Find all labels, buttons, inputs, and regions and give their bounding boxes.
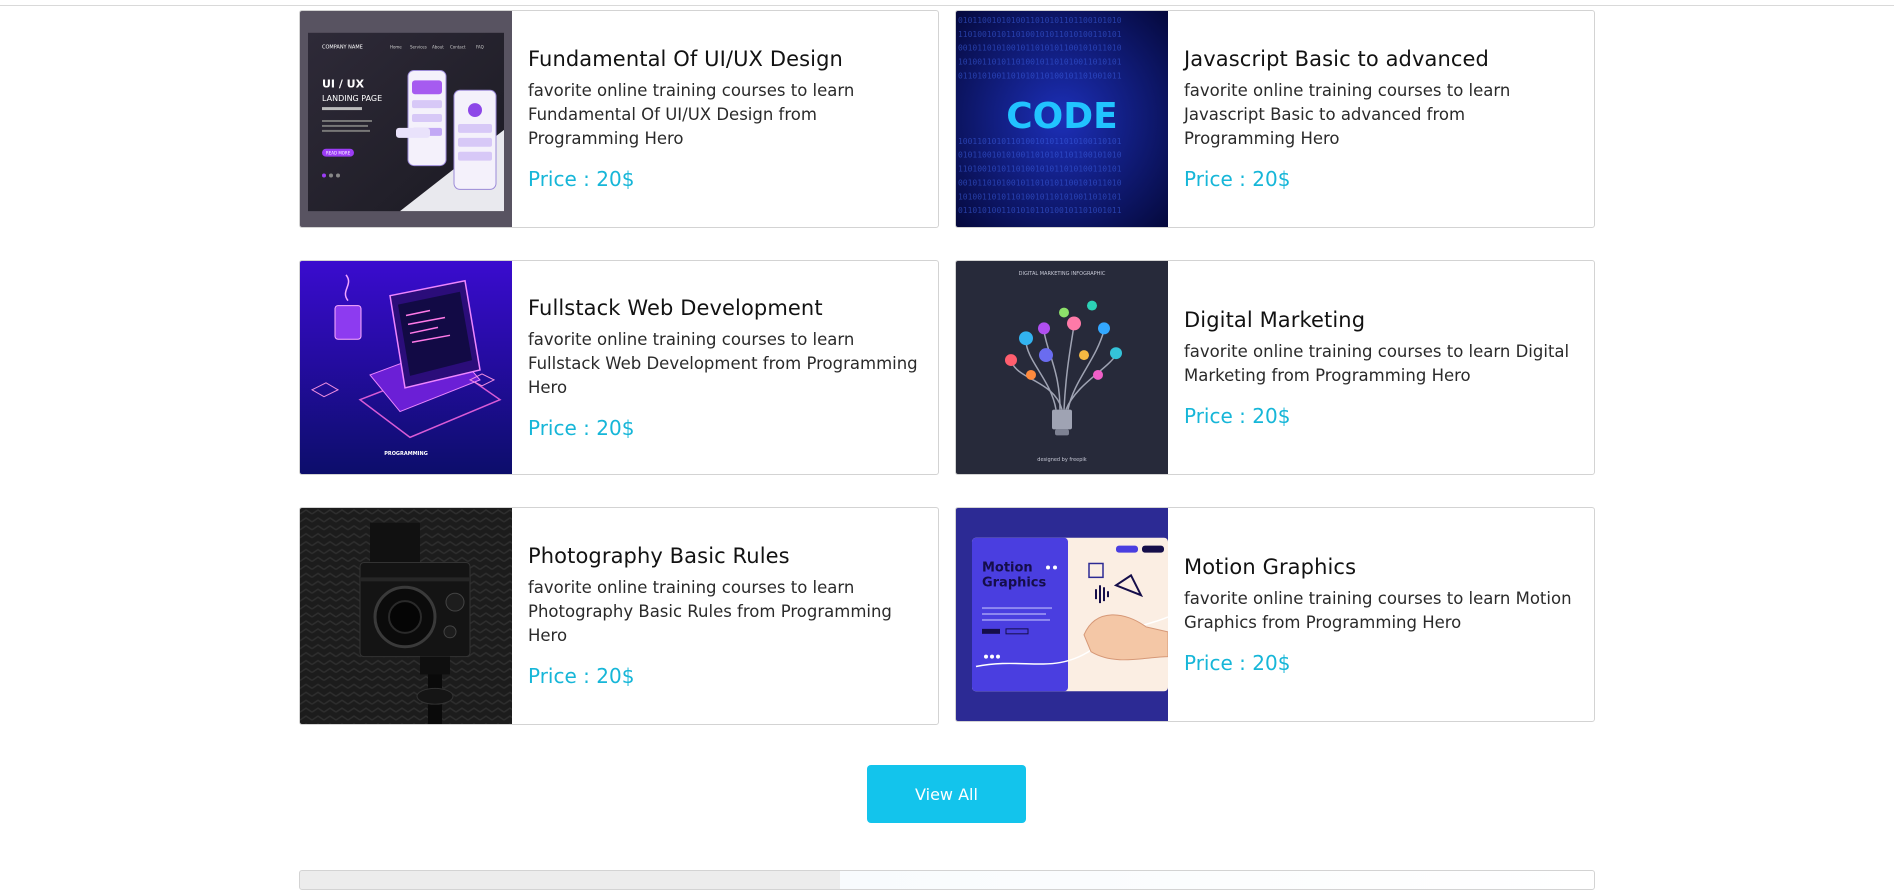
course-card[interactable]: PROGRAMMING Fullstack Web Development fa… xyxy=(299,260,939,475)
course-card[interactable]: COMPANY NAME Home Services About Contact… xyxy=(299,10,939,228)
course-title[interactable]: Fundamental Of UI/UX Design xyxy=(528,47,924,71)
svg-text:011010100110101011010010110100: 0110101001101010110100101101001011 xyxy=(958,71,1122,80)
svg-text:Motion: Motion xyxy=(982,560,1033,575)
course-description: favorite online training courses to lear… xyxy=(528,81,855,148)
svg-text:101001101011010010110101001101: 1010011010110100101101010011010101 xyxy=(958,58,1122,67)
course-description: favorite online training courses to lear… xyxy=(1184,341,1570,385)
course-price: Price : 20$ xyxy=(528,415,635,440)
view-all-button[interactable]: View All xyxy=(867,765,1026,823)
next-section-edge xyxy=(299,870,1595,890)
svg-text:101001101011010010110101001101: 1010011010110100101101010011010101 xyxy=(958,192,1122,201)
course-description: favorite online training courses to lear… xyxy=(1184,81,1511,148)
svg-text:LANDING PAGE: LANDING PAGE xyxy=(322,94,382,103)
svg-text:100110101011010010101101010011: 1001101010110100101011010100110101 xyxy=(958,137,1122,146)
svg-text:110100101011010010101101010011: 1101001010110100101011010100110101 xyxy=(958,30,1122,39)
course-title[interactable]: Photography Basic Rules xyxy=(528,544,924,568)
course-card[interactable]: 0101100101010011010101101100101010 11010… xyxy=(955,10,1595,228)
course-price: Price : 20$ xyxy=(1184,167,1291,191)
course-price: Price : 20$ xyxy=(1184,650,1291,675)
course-thumbnail-javascript: 0101100101010011010101101100101010 11010… xyxy=(956,11,1168,227)
course-price: Price : 20$ xyxy=(528,664,635,688)
svg-text:001011010100101101010110010101: 0010110101001011010101100101011010 xyxy=(958,178,1122,187)
course-title[interactable]: Motion Graphics xyxy=(1184,555,1580,579)
course-price: Price : 20$ xyxy=(1184,403,1291,428)
svg-text:Graphics: Graphics xyxy=(982,575,1047,590)
svg-text:011010100110101011010010110100: 0110101001101010110100101101001011 xyxy=(958,206,1122,215)
svg-text:110100101011010010101101010011: 1101001010110100101011010100110101 xyxy=(958,165,1122,174)
course-card[interactable]: DIGITAL MARKETING INFOGRAPHIC designed b… xyxy=(955,260,1595,475)
svg-text:UI / UX: UI / UX xyxy=(322,77,365,90)
svg-text:FAQ: FAQ xyxy=(476,45,484,50)
course-description: favorite online training courses to lear… xyxy=(528,329,918,397)
svg-text:COMPANY NAME: COMPANY NAME xyxy=(322,45,363,51)
svg-text:designed by freepik: designed by freepik xyxy=(1037,457,1087,463)
svg-text:PROGRAMMING: PROGRAMMING xyxy=(384,451,428,457)
course-title[interactable]: Javascript Basic to advanced xyxy=(1184,47,1580,71)
top-divider xyxy=(0,5,1894,6)
course-card[interactable]: Motion Graphics Motion Graphics favorite… xyxy=(955,507,1595,722)
svg-text:About: About xyxy=(432,45,444,50)
svg-text:Contact: Contact xyxy=(450,45,466,50)
course-price: Price : 20$ xyxy=(528,167,635,191)
course-card[interactable]: Photography Basic Rules favorite online … xyxy=(299,507,939,725)
svg-text:DIGITAL MARKETING INFOGRAPHIC: DIGITAL MARKETING INFOGRAPHIC xyxy=(1019,271,1106,277)
svg-text:010110010101001101010110110010: 0101100101010011010101101100101010 xyxy=(958,16,1122,25)
course-thumbnail-uiux: COMPANY NAME Home Services About Contact… xyxy=(300,11,512,227)
course-thumbnail-fullstack: PROGRAMMING xyxy=(300,261,512,474)
svg-text:READ MORE: READ MORE xyxy=(326,151,351,156)
svg-text:CODE: CODE xyxy=(1006,96,1117,137)
svg-text:010110010101001101010110110010: 0101100101010011010101101100101010 xyxy=(958,151,1122,160)
svg-text:Home: Home xyxy=(390,45,402,50)
course-description: favorite online training courses to lear… xyxy=(1184,588,1572,632)
course-thumbnail-motion: Motion Graphics xyxy=(956,508,1168,721)
course-title[interactable]: Digital Marketing xyxy=(1184,308,1580,332)
course-thumbnail-photography xyxy=(300,508,512,724)
svg-text:001011010100101101010110010101: 0010110101001011010101100101011010 xyxy=(958,44,1122,53)
course-description: favorite online training courses to lear… xyxy=(528,578,892,645)
course-title[interactable]: Fullstack Web Development xyxy=(528,296,924,320)
course-thumbnail-marketing: DIGITAL MARKETING INFOGRAPHIC designed b… xyxy=(956,261,1168,474)
svg-text:Services: Services xyxy=(410,45,427,50)
